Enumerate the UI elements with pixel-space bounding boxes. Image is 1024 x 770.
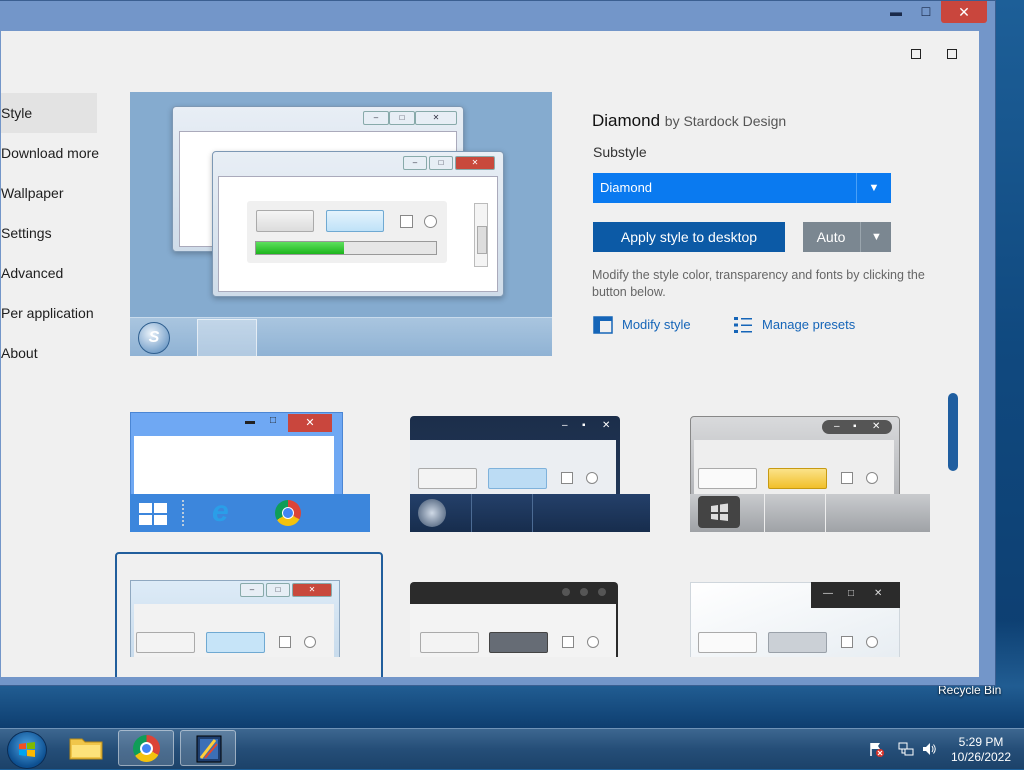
close-icon: ✕ bbox=[602, 420, 611, 431]
sidebar-item-about[interactable]: About bbox=[1, 333, 97, 373]
preview-close-icon: ✕ bbox=[415, 111, 457, 125]
close-button[interactable]: ✕ bbox=[941, 1, 987, 23]
preview-maximize-icon: □ bbox=[429, 156, 453, 170]
preview-minimize-icon: – bbox=[363, 111, 389, 125]
action-center-flag-icon[interactable] bbox=[868, 741, 884, 757]
maximize-icon[interactable] bbox=[947, 49, 957, 59]
sidebar-item-download-more[interactable]: Download more bbox=[1, 133, 99, 173]
title-bar[interactable]: ▬ ☐ ✕ bbox=[0, 1, 995, 31]
list-icon bbox=[734, 317, 752, 333]
substyle-label: Substyle bbox=[593, 144, 647, 160]
start-button-icon bbox=[698, 496, 740, 528]
minimize-icon: – bbox=[562, 420, 568, 431]
minimize-icon: – bbox=[834, 421, 840, 432]
preview-radio bbox=[424, 215, 437, 228]
manage-presets-label[interactable]: Manage presets bbox=[762, 314, 855, 336]
preview-start-orb-icon: S bbox=[138, 322, 170, 354]
windows-logo-icon bbox=[19, 742, 35, 757]
windows-logo-icon bbox=[139, 503, 167, 525]
sidebar-item-advanced[interactable]: Advanced bbox=[1, 253, 97, 293]
preview-taskbar-button bbox=[197, 319, 257, 356]
apply-style-button[interactable]: Apply style to desktop bbox=[593, 222, 785, 252]
restore-icon[interactable] bbox=[911, 49, 921, 59]
chrome-icon bbox=[133, 735, 160, 762]
client-area: Style Download more Wallpaper Settings A… bbox=[1, 31, 979, 677]
sidebar-item-style[interactable]: Style bbox=[1, 93, 97, 133]
taskbar-chrome[interactable] bbox=[118, 730, 174, 766]
style-thumbnail-silver[interactable]: – ▪ ✕ bbox=[690, 412, 930, 532]
network-icon[interactable] bbox=[898, 741, 914, 757]
thumbnail-taskbar: e bbox=[130, 494, 370, 532]
maximize-icon: □ bbox=[270, 415, 277, 426]
style-author: by Stardock Design bbox=[664, 113, 787, 129]
sidebar-item-per-application[interactable]: Per application bbox=[1, 293, 97, 333]
preview-maximize-icon: □ bbox=[389, 111, 415, 125]
style-description: Modify the style color, transparency and… bbox=[592, 268, 925, 299]
internet-explorer-icon: e bbox=[212, 495, 229, 528]
minimize-button[interactable]: ▬ bbox=[881, 1, 911, 23]
minimize-icon: ▬ bbox=[245, 416, 255, 427]
maximize-button[interactable]: ☐ bbox=[911, 1, 941, 23]
windows-taskbar: 5:29 PM 10/26/2022 bbox=[0, 728, 1024, 769]
chevron-down-icon[interactable]: ▼ bbox=[856, 173, 891, 203]
auto-split-button[interactable]: Auto ▼ bbox=[803, 222, 891, 252]
style-thumbnail-dark-blue[interactable]: – ▪ ✕ bbox=[410, 412, 650, 532]
chrome-icon bbox=[275, 500, 301, 526]
style-thumbnail-windows8[interactable]: ✕ ▬ □ e bbox=[130, 412, 370, 532]
style-name: Diamond bbox=[592, 111, 661, 130]
preview-progress-bar bbox=[255, 241, 437, 255]
style-heading: Diamond by Stardock Design bbox=[592, 111, 786, 131]
preview-checkbox bbox=[400, 215, 413, 228]
style-thumbnail-diamond[interactable]: – □ ✕ bbox=[130, 580, 370, 657]
start-button[interactable] bbox=[7, 731, 47, 769]
style-thumbnail-light[interactable]: — □ ✕ bbox=[690, 580, 930, 657]
maximize-icon: ▪ bbox=[853, 421, 857, 432]
windowblinds-icon bbox=[196, 735, 222, 763]
substyle-value: Diamond bbox=[600, 180, 653, 195]
system-clock[interactable]: 5:29 PM 10/26/2022 bbox=[948, 735, 1014, 765]
substyle-dropdown[interactable]: Diamond ▼ bbox=[593, 173, 891, 203]
thumbnail-taskbar bbox=[690, 494, 930, 532]
preview-taskbar: S bbox=[130, 317, 552, 356]
vertical-scrollbar-thumb[interactable] bbox=[948, 393, 958, 471]
thumbnail-taskbar bbox=[410, 494, 650, 532]
preview-minimize-icon: – bbox=[403, 156, 427, 170]
clock-time: 5:29 PM bbox=[958, 735, 1004, 749]
folder-icon bbox=[69, 738, 103, 760]
start-orb-icon bbox=[418, 499, 446, 527]
close-icon: ✕ bbox=[872, 421, 881, 432]
preview-button-hover bbox=[326, 210, 384, 232]
manage-presets-link[interactable]: Manage presets bbox=[733, 314, 863, 336]
preview-button bbox=[256, 210, 314, 232]
auto-button-label[interactable]: Auto bbox=[803, 222, 859, 252]
close-icon: ✕ bbox=[874, 588, 883, 599]
close-icon: ✕ bbox=[288, 414, 332, 432]
taskbar-windowblinds[interactable] bbox=[180, 730, 236, 766]
style-preview: – □ ✕ – □ ✕ S bbox=[130, 92, 552, 356]
modify-style-label[interactable]: Modify style bbox=[622, 314, 691, 336]
style-thumbnail-graphite[interactable] bbox=[410, 580, 650, 657]
clock-date: 10/26/2022 bbox=[950, 750, 1012, 764]
windowblinds-config-window: ▬ ☐ ✕ Style Download more Wallpaper Sett… bbox=[0, 0, 996, 686]
chevron-down-icon[interactable]: ▼ bbox=[860, 222, 892, 252]
sidebar-nav: Style Download more Wallpaper Settings A… bbox=[1, 93, 99, 373]
modify-style-link[interactable]: Modify style bbox=[593, 314, 703, 336]
taskbar-explorer[interactable] bbox=[58, 730, 114, 766]
minimize-icon: — bbox=[823, 588, 833, 599]
sidebar-item-settings[interactable]: Settings bbox=[1, 213, 97, 253]
sidebar-item-wallpaper[interactable]: Wallpaper bbox=[1, 173, 97, 213]
maximize-icon: □ bbox=[848, 588, 855, 599]
modify-style-icon bbox=[593, 316, 613, 334]
volume-icon[interactable] bbox=[921, 741, 937, 757]
preview-close-icon: ✕ bbox=[455, 156, 495, 170]
preview-front-window: – □ ✕ bbox=[212, 151, 504, 297]
maximize-icon: ▪ bbox=[582, 420, 586, 431]
